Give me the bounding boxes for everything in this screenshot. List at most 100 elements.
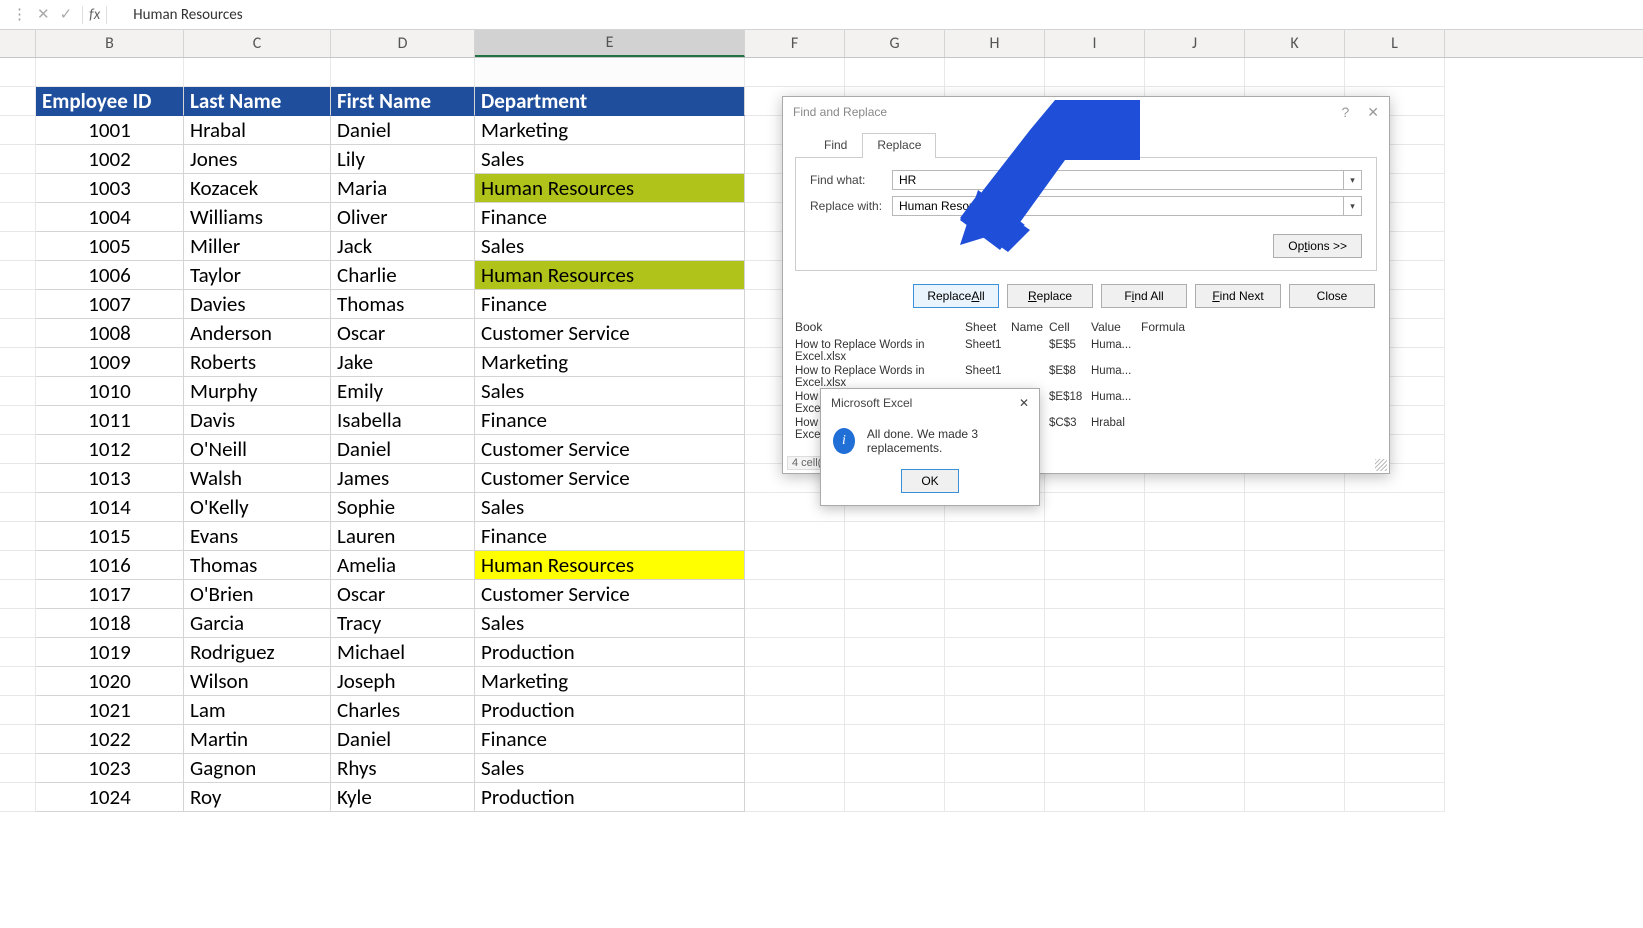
cell-last-name[interactable]: Roy xyxy=(184,783,331,812)
cell-emp-id[interactable]: 1004 xyxy=(36,203,184,232)
col-header[interactable]: H xyxy=(945,30,1045,57)
cell-department[interactable]: Sales xyxy=(475,609,745,638)
cell-last-name[interactable]: Jones xyxy=(184,145,331,174)
cell-emp-id[interactable]: 1016 xyxy=(36,551,184,580)
cell-emp-id[interactable]: 1017 xyxy=(36,580,184,609)
help-icon[interactable]: ? xyxy=(1341,104,1349,121)
cell-first-name[interactable]: Charlie xyxy=(331,261,475,290)
cell-department[interactable]: Production xyxy=(475,638,745,667)
cell-first-name[interactable]: Rhys xyxy=(331,754,475,783)
cell-first-name[interactable]: Emily xyxy=(331,377,475,406)
table-header-emp[interactable]: Employee ID xyxy=(36,87,184,116)
cell-department[interactable]: Human Resources xyxy=(475,174,745,203)
cell-department[interactable]: Customer Service xyxy=(475,435,745,464)
cell-first-name[interactable]: Charles xyxy=(331,696,475,725)
col-header[interactable]: I xyxy=(1045,30,1145,57)
cell-last-name[interactable]: Murphy xyxy=(184,377,331,406)
cell-emp-id[interactable]: 1005 xyxy=(36,232,184,261)
resize-grip-icon[interactable] xyxy=(1375,459,1387,471)
cell-last-name[interactable]: Rodriguez xyxy=(184,638,331,667)
table-row[interactable]: 1019RodriguezMichaelProduction xyxy=(0,638,1643,667)
cell-department[interactable]: Marketing xyxy=(475,667,745,696)
cell-first-name[interactable]: Thomas xyxy=(331,290,475,319)
cell-emp-id[interactable]: 1007 xyxy=(36,290,184,319)
col-header[interactable]: F xyxy=(745,30,845,57)
cell-emp-id[interactable]: 1014 xyxy=(36,493,184,522)
cell-department[interactable]: Production xyxy=(475,696,745,725)
cell-emp-id[interactable]: 1001 xyxy=(36,116,184,145)
cell-department[interactable]: Customer Service xyxy=(475,319,745,348)
cell-department[interactable]: Finance xyxy=(475,522,745,551)
cell-department[interactable]: Finance xyxy=(475,203,745,232)
cell-first-name[interactable]: Sophie xyxy=(331,493,475,522)
close-icon[interactable]: ✕ xyxy=(1367,104,1379,121)
cell-last-name[interactable]: Roberts xyxy=(184,348,331,377)
cell-last-name[interactable]: Gagnon xyxy=(184,754,331,783)
cell-first-name[interactable]: Daniel xyxy=(331,435,475,464)
cell-emp-id[interactable]: 1024 xyxy=(36,783,184,812)
options-button[interactable]: Options >> xyxy=(1273,234,1362,258)
cell-last-name[interactable]: Miller xyxy=(184,232,331,261)
cell-last-name[interactable]: Lam xyxy=(184,696,331,725)
cell-first-name[interactable]: Amelia xyxy=(331,551,475,580)
cell-emp-id[interactable]: 1003 xyxy=(36,174,184,203)
cell-last-name[interactable]: Anderson xyxy=(184,319,331,348)
replace-with-dropdown-icon[interactable]: ▾ xyxy=(1344,196,1362,216)
cell-last-name[interactable]: O'Kelly xyxy=(184,493,331,522)
cell-first-name[interactable]: Michael xyxy=(331,638,475,667)
cell-last-name[interactable]: Garcia xyxy=(184,609,331,638)
table-row[interactable]: 1020WilsonJosephMarketing xyxy=(0,667,1643,696)
cell-first-name[interactable]: Oscar xyxy=(331,580,475,609)
cell-first-name[interactable]: Oliver xyxy=(331,203,475,232)
cell-first-name[interactable]: Joseph xyxy=(331,667,475,696)
tab-find[interactable]: Find xyxy=(809,133,862,158)
cell-department[interactable]: Finance xyxy=(475,725,745,754)
cell-last-name[interactable]: O'Neill xyxy=(184,435,331,464)
cell-last-name[interactable]: Wilson xyxy=(184,667,331,696)
replace-with-input[interactable] xyxy=(892,196,1344,216)
col-header-selected[interactable]: E xyxy=(475,30,745,57)
replace-all-button[interactable]: Replace All xyxy=(913,284,999,308)
cell-first-name[interactable]: Jake xyxy=(331,348,475,377)
cell-emp-id[interactable]: 1008 xyxy=(36,319,184,348)
table-row[interactable]: 1016ThomasAmeliaHuman Resources xyxy=(0,551,1643,580)
col-header-corner[interactable] xyxy=(0,30,36,57)
cell-last-name[interactable]: O'Brien xyxy=(184,580,331,609)
table-row[interactable]: 1023GagnonRhysSales xyxy=(0,754,1643,783)
cell-emp-id[interactable]: 1021 xyxy=(36,696,184,725)
cell-department[interactable]: Customer Service xyxy=(475,464,745,493)
col-header[interactable]: L xyxy=(1345,30,1445,57)
cell-emp-id[interactable]: 1022 xyxy=(36,725,184,754)
table-header-first[interactable]: First Name xyxy=(331,87,475,116)
cell-first-name[interactable]: Daniel xyxy=(331,116,475,145)
cell-department[interactable]: Marketing xyxy=(475,116,745,145)
cell-emp-id[interactable]: 1013 xyxy=(36,464,184,493)
cell-first-name[interactable]: Isabella xyxy=(331,406,475,435)
messagebox-titlebar[interactable]: Microsoft Excel ✕ xyxy=(821,389,1039,417)
cell-first-name[interactable]: James xyxy=(331,464,475,493)
cell-department[interactable]: Sales xyxy=(475,493,745,522)
replace-button[interactable]: Replace xyxy=(1007,284,1093,308)
fb-enter-icon[interactable]: ✓ xyxy=(60,5,73,24)
formula-bar-content[interactable]: Human Resources xyxy=(119,6,1643,24)
cell-last-name[interactable]: Evans xyxy=(184,522,331,551)
cell-emp-id[interactable]: 1009 xyxy=(36,348,184,377)
cell-last-name[interactable]: Davies xyxy=(184,290,331,319)
col-header[interactable]: G xyxy=(845,30,945,57)
cell-emp-id[interactable]: 1010 xyxy=(36,377,184,406)
cell-emp-id[interactable]: 1006 xyxy=(36,261,184,290)
cell-first-name[interactable]: Tracy xyxy=(331,609,475,638)
table-row[interactable]: 1017O'BrienOscarCustomer Service xyxy=(0,580,1643,609)
cell-department[interactable]: Human Resources xyxy=(475,551,745,580)
col-header[interactable]: B xyxy=(36,30,184,57)
cell-department[interactable]: Sales xyxy=(475,377,745,406)
table-header-dept[interactable]: Department xyxy=(475,87,745,116)
table-row[interactable]: 1022MartinDanielFinance xyxy=(0,725,1643,754)
cell-emp-id[interactable]: 1019 xyxy=(36,638,184,667)
find-what-dropdown-icon[interactable]: ▾ xyxy=(1344,170,1362,190)
cell-last-name[interactable]: Hrabal xyxy=(184,116,331,145)
messagebox-close-icon[interactable]: ✕ xyxy=(1019,396,1029,410)
table-row[interactable]: 1018GarciaTracySales xyxy=(0,609,1643,638)
cell-department[interactable]: Finance xyxy=(475,406,745,435)
cell-department[interactable]: Customer Service xyxy=(475,580,745,609)
